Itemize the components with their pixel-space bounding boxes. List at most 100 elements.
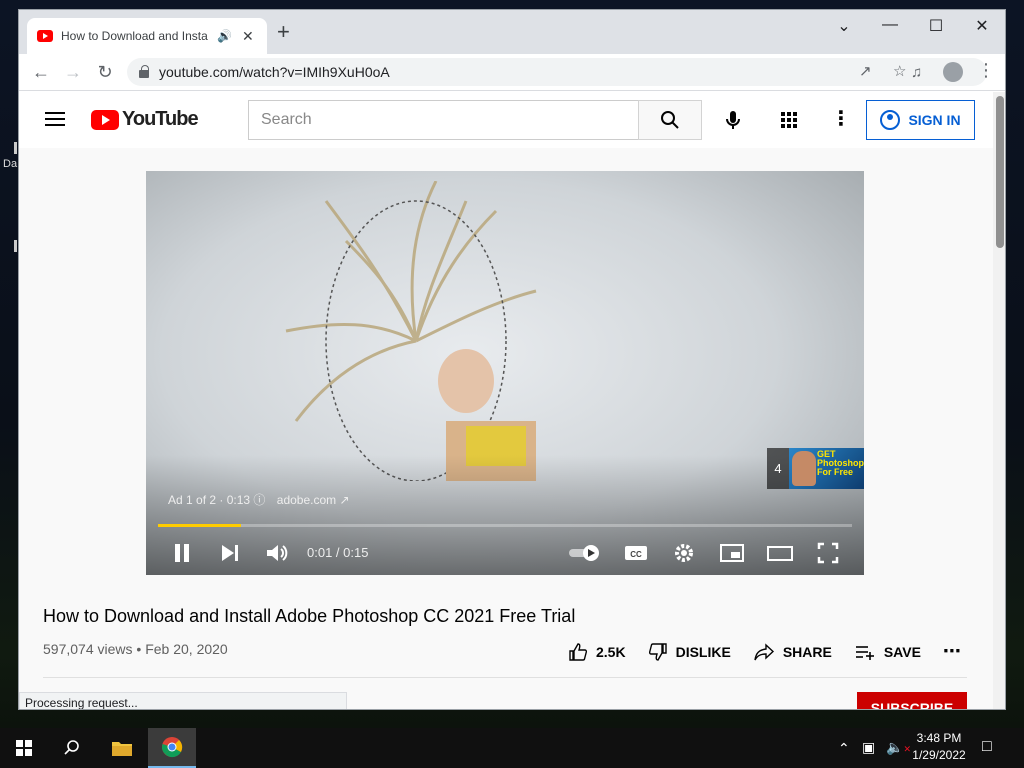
thumbs-up-icon — [569, 642, 588, 661]
close-tab-icon[interactable]: ✕ — [242, 28, 254, 45]
address-bar[interactable]: youtube.com/watch?v=IMIh9XuH0oA ↗ ☆ — [127, 58, 987, 86]
section-divider — [43, 677, 967, 678]
search-icon — [661, 111, 679, 129]
meta-separator: • — [136, 641, 146, 657]
close-window-button[interactable]: ✕ — [959, 16, 1005, 36]
ad-thumbnail: GET Photoshop For Free — [789, 448, 864, 489]
clock[interactable]: 3:48 PM 1/29/2022 — [908, 731, 970, 762]
youtube-favicon-icon — [37, 30, 53, 42]
like-button[interactable]: 2.5K — [568, 642, 626, 662]
time-display: 0:01 / 0:15 — [307, 545, 369, 560]
speaker-icon[interactable]: 🔊 — [217, 29, 232, 43]
dislike-label: DISLIKE — [675, 643, 731, 660]
dislike-button[interactable]: DISLIKE — [648, 642, 731, 662]
theater-mode-button[interactable] — [766, 539, 794, 567]
external-link-icon[interactable]: ↗ — [339, 493, 349, 507]
more-actions-button[interactable]: ⋯ — [943, 641, 961, 662]
search-input[interactable] — [248, 100, 639, 140]
microphone-icon — [726, 111, 740, 129]
hidden-icons-chevron-icon[interactable]: ⌃ — [838, 740, 850, 757]
share-button[interactable]: SHARE — [753, 642, 832, 662]
browser-window: How to Download and Insta 🔊 ✕ + ⌄ — ☐ ✕ … — [18, 9, 1006, 710]
next-button[interactable] — [216, 539, 244, 567]
skip-next-icon — [222, 545, 238, 561]
video-player[interactable]: Ad 1 of 2 · 0:13 ⓘ adobe.com ↗ 4 GET Pho… — [146, 171, 864, 575]
network-icon[interactable]: ▣ — [862, 739, 875, 756]
bookmark-star-icon[interactable]: ☆ — [893, 62, 906, 80]
page-scrollbar[interactable] — [993, 92, 1005, 709]
tab-search-chevron-icon[interactable]: ⌄ — [821, 16, 867, 36]
autoplay-toggle-icon — [569, 545, 599, 561]
clock-date: 1/29/2022 — [912, 748, 966, 762]
ad-domain-link[interactable]: adobe.com — [277, 493, 336, 507]
sign-in-button[interactable]: SIGN IN — [866, 100, 975, 140]
browser-tab[interactable]: How to Download and Insta 🔊 ✕ — [27, 18, 267, 54]
scrollbar-thumb[interactable] — [996, 96, 1004, 248]
fullscreen-icon — [817, 542, 839, 564]
apps-grid-icon[interactable] — [781, 112, 797, 128]
miniplayer-icon — [720, 544, 744, 562]
progress-fill — [158, 524, 242, 527]
save-label: SAVE — [883, 643, 921, 660]
info-icon[interactable]: ⓘ — [253, 493, 265, 507]
video-frame-figure — [285, 181, 537, 481]
desktop-icon-fragment — [14, 142, 17, 154]
forward-button[interactable]: → — [61, 60, 85, 84]
minimize-button[interactable]: — — [867, 16, 913, 34]
view-count: 597,074 views — [43, 641, 133, 657]
video-actions: 2.5K DISLIKE SHARE SAVE ⋯ — [568, 641, 983, 662]
media-control-icon[interactable]: ♫ — [911, 64, 922, 81]
taskbar-search-button[interactable] — [48, 728, 96, 768]
player-controls: 0:01 / 0:15 CC — [146, 535, 864, 571]
pause-button[interactable] — [168, 539, 196, 567]
back-button[interactable]: ← — [29, 60, 53, 84]
settings-more-icon[interactable]: ⋮ — [831, 106, 851, 131]
file-explorer-button[interactable] — [98, 728, 146, 768]
playlist-add-icon — [855, 645, 874, 660]
miniplayer-button[interactable] — [718, 539, 746, 567]
ad-info: Ad 1 of 2 · 0:13 ⓘ adobe.com ↗ — [168, 491, 350, 508]
voice-search-button[interactable] — [719, 106, 747, 134]
chrome-menu-icon[interactable]: ⋮ — [977, 60, 995, 81]
ad-countdown-number: 4 — [767, 448, 789, 489]
closed-captions-icon: CC — [625, 546, 647, 560]
url-text[interactable]: youtube.com/watch?v=IMIh9XuH0oA — [159, 64, 390, 80]
desktop-icon-fragment — [14, 240, 17, 252]
save-button[interactable]: SAVE — [854, 642, 921, 662]
video-meta: 597,074 views • Feb 20, 2020 — [43, 641, 228, 657]
captions-button[interactable]: CC — [622, 539, 650, 567]
chrome-taskbar-button[interactable] — [148, 728, 196, 768]
start-button[interactable] — [0, 728, 48, 768]
tab-strip: How to Download and Insta 🔊 ✕ + ⌄ — ☐ ✕ — [19, 10, 1005, 54]
subscribe-button[interactable]: SUBSCRIBE — [857, 692, 967, 709]
notification-center-icon[interactable]: □ — [982, 738, 992, 756]
browser-status-bubble: Processing request... — [19, 692, 347, 709]
settings-button[interactable] — [670, 539, 698, 567]
sign-in-label: SIGN IN — [908, 112, 961, 128]
video-progress-bar[interactable] — [158, 524, 852, 527]
search-icon — [64, 740, 79, 755]
youtube-logo-text: YouTube — [122, 108, 199, 130]
lock-icon[interactable] — [139, 65, 149, 78]
share-page-icon[interactable]: ↗ — [859, 62, 872, 80]
fullscreen-button[interactable] — [814, 539, 842, 567]
new-tab-button[interactable]: + — [277, 21, 290, 43]
like-count: 2.5K — [596, 643, 626, 660]
upcoming-ad-preview[interactable]: 4 GET Photoshop For Free — [767, 448, 864, 489]
youtube-logo[interactable]: YouTube — [91, 108, 199, 131]
search-button[interactable] — [638, 100, 702, 140]
autoplay-toggle[interactable] — [567, 539, 603, 567]
reload-button[interactable]: ↻ — [93, 60, 117, 84]
volume-button[interactable] — [263, 539, 291, 567]
thumbs-down-icon — [648, 642, 667, 661]
theater-mode-icon — [767, 546, 793, 561]
ad-thumbnail-text: GET Photoshop For Free — [817, 449, 864, 477]
windows-taskbar: ⌃ ▣ 🔈✕ 3:48 PM 1/29/2022 □ — [0, 728, 1024, 768]
profile-avatar[interactable] — [943, 62, 963, 82]
hamburger-menu-icon[interactable] — [45, 112, 65, 126]
youtube-play-logo-icon — [91, 109, 119, 130]
maximize-button[interactable]: ☐ — [913, 16, 959, 36]
share-arrow-icon — [754, 642, 774, 660]
more-horizontal-icon: ⋯ — [942, 641, 961, 661]
desktop-icon-label-fragment: Da — [3, 158, 18, 170]
